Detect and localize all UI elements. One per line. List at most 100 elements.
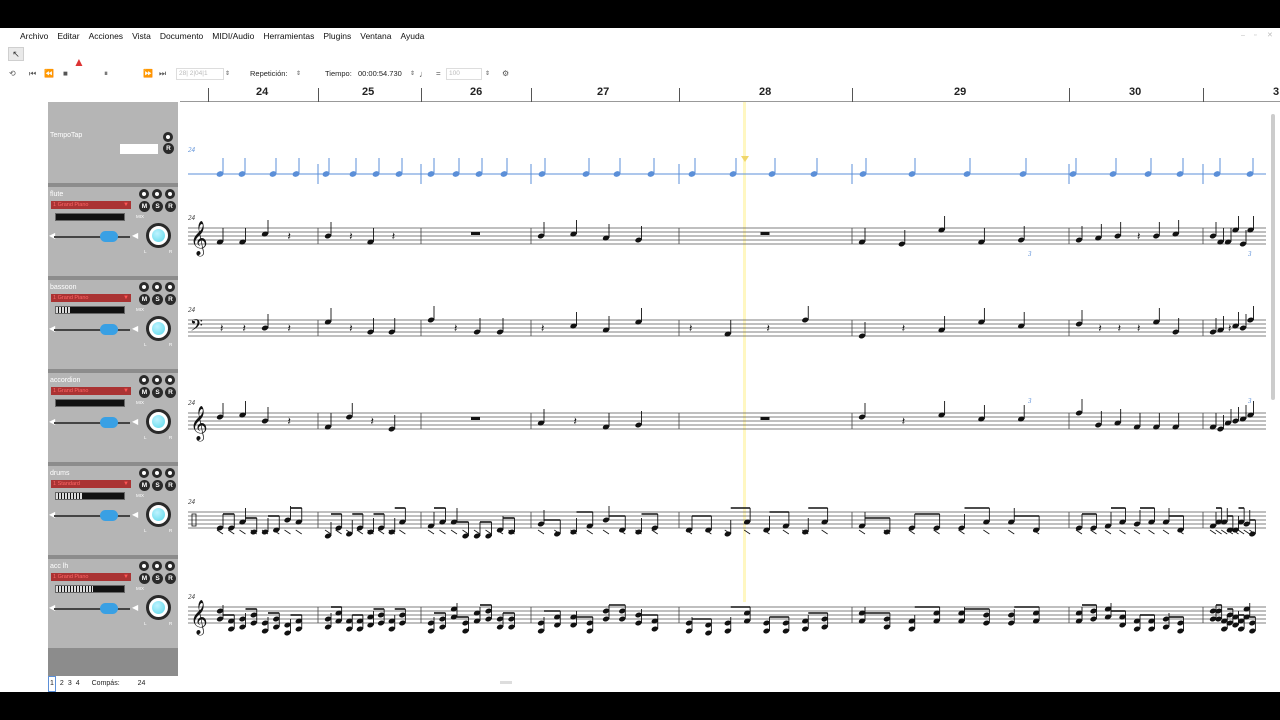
record-button[interactable]: R [165, 201, 176, 212]
repeat-spinner-icon[interactable]: ⇕ [296, 66, 301, 82]
instrument-select[interactable]: 1 Standard ▼ [51, 480, 131, 488]
position-field[interactable]: 28| 2|04|1 [176, 68, 224, 80]
instrument-select[interactable]: 1 Grand Piano ▼ [51, 294, 131, 302]
mute-button[interactable]: M [139, 294, 150, 305]
loop-icon[interactable]: ⟲ [9, 66, 16, 82]
record-button[interactable]: R [163, 143, 174, 154]
menu-item-2[interactable]: Acciones [89, 31, 124, 41]
volume-slider-knob[interactable] [99, 510, 118, 521]
instrument-select[interactable]: 1 Grand Piano ▼ [51, 387, 131, 395]
volume-slider-knob[interactable] [99, 417, 118, 428]
menu-item-6[interactable]: Herramientas [263, 31, 314, 41]
staff-drums[interactable]: 24 [188, 498, 1266, 539]
staff-accordion[interactable]: 24𝄞 𝄽 𝄽 𝄽 𝄽3 3 [188, 397, 1266, 442]
menu-item-8[interactable]: Ventana [360, 31, 391, 41]
track-header-acc-lh[interactable]: acc lh 1 Grand Piano ▼ M S R MIX ◀ ◀ L R [48, 559, 178, 651]
record-button[interactable]: R [165, 294, 176, 305]
track-name[interactable]: bassoon [50, 284, 76, 291]
solo-button[interactable]: S [152, 387, 163, 398]
pan-knob[interactable] [146, 502, 171, 527]
record-button[interactable]: R [165, 573, 176, 584]
solo-button[interactable]: S [152, 480, 163, 491]
pan-knob[interactable] [146, 316, 171, 341]
minimize-icon[interactable]: – [1241, 32, 1248, 39]
rewind-icon[interactable]: ⏪ [44, 66, 54, 82]
measure-number[interactable]: 25 [362, 86, 374, 98]
staff-acc-lh[interactable]: 24𝄞 [188, 593, 1266, 636]
pan-knob[interactable] [146, 409, 171, 434]
pan-knob[interactable] [146, 595, 171, 620]
close-icon[interactable]: ✕ [1267, 32, 1274, 39]
track-name[interactable]: drums [50, 470, 69, 477]
mute-button[interactable]: M [139, 201, 150, 212]
instrument-select[interactable]: 1 Grand Piano ▼ [51, 573, 131, 581]
mute-button[interactable]: M [139, 480, 150, 491]
record-button[interactable]: R [165, 480, 176, 491]
dot-button[interactable] [139, 375, 149, 385]
tempo-spinner-icon[interactable]: ⇕ [485, 66, 490, 82]
volume-slider[interactable] [54, 324, 130, 335]
dot-button[interactable] [139, 468, 149, 478]
pan-knob[interactable] [146, 223, 171, 248]
track-name[interactable]: acc lh [50, 563, 68, 570]
select-tool-button[interactable]: ↖ [8, 47, 24, 61]
tempotap-field[interactable] [120, 144, 158, 154]
dot-button[interactable] [152, 282, 162, 292]
tempotap-dot-button[interactable] [163, 132, 173, 142]
tempo-field[interactable]: 100 [446, 68, 482, 80]
position-spinner-icon[interactable]: ⇕ [225, 66, 230, 82]
score-canvas[interactable]: 24 24𝄞 𝄽 𝄽 𝄽 𝄽3 3 24𝄢 𝄽 𝄽 𝄽 𝄽 𝄽 𝄽 𝄽 𝄽 𝄽 𝄽 𝄽 𝄽 𝄽 24𝄞 𝄽 𝄽 𝄽 𝄽3 3 24 24… [180, 102, 1280, 676]
measure-number[interactable]: 28 [759, 86, 771, 98]
dot-button[interactable] [139, 561, 149, 571]
measure-number[interactable]: 24 [256, 86, 268, 98]
settings-gear-icon[interactable]: ⚙ [502, 66, 509, 82]
track-header-drums[interactable]: drums 1 Standard ▼ M S R MIX ◀ ◀ L R [48, 466, 178, 558]
page-tab-4[interactable]: 4 [76, 677, 80, 691]
track-header-tempotap[interactable]: TempoTap R [48, 102, 178, 186]
menu-item-0[interactable]: Archivo [20, 31, 48, 41]
volume-slider-knob[interactable] [99, 324, 118, 335]
volume-slider[interactable] [54, 603, 130, 614]
time-spinner-icon[interactable]: ⇕ [410, 66, 415, 82]
menu-item-1[interactable]: Editar [57, 31, 79, 41]
page-tab-1[interactable]: 1 [48, 676, 56, 692]
dot-button[interactable] [165, 282, 175, 292]
measure-number[interactable]: 3 [1273, 86, 1279, 98]
measure-number[interactable]: 29 [954, 86, 966, 98]
track-header-accordion[interactable]: accordion 1 Grand Piano ▼ M S R MIX ◀ ◀ L R [48, 373, 178, 465]
staff-flute[interactable]: 24𝄞 𝄽 𝄽 𝄽 𝄽3 3 [188, 214, 1266, 258]
dot-button[interactable] [139, 189, 149, 199]
dot-button[interactable] [165, 189, 175, 199]
page-tab-2[interactable]: 2 [60, 677, 64, 691]
dot-button[interactable] [165, 375, 175, 385]
stop-icon[interactable]: ■ [63, 66, 68, 82]
volume-slider[interactable] [54, 417, 130, 428]
dot-button[interactable] [152, 468, 162, 478]
volume-slider[interactable] [54, 231, 130, 242]
menu-item-3[interactable]: Vista [132, 31, 151, 41]
solo-button[interactable]: S [152, 573, 163, 584]
mute-button[interactable]: M [139, 387, 150, 398]
solo-button[interactable]: S [152, 294, 163, 305]
solo-button[interactable]: S [152, 201, 163, 212]
menu-item-9[interactable]: Ayuda [400, 31, 424, 41]
track-name[interactable]: flute [50, 191, 63, 198]
record-button[interactable]: R [165, 387, 176, 398]
volume-slider-knob[interactable] [99, 231, 118, 242]
volume-slider[interactable] [54, 510, 130, 521]
dot-button[interactable] [152, 375, 162, 385]
pause-icon[interactable]: ⏸ [104, 66, 108, 82]
restore-icon[interactable]: ▫ [1254, 32, 1261, 39]
staff-bassoon[interactable]: 24𝄢 𝄽 𝄽 𝄽 𝄽 𝄽 𝄽 𝄽 𝄽 𝄽 𝄽 𝄽 𝄽 𝄽 [188, 306, 1266, 339]
fast-forward-icon[interactable]: ⏩ [143, 66, 153, 82]
forward-end-icon[interactable]: ⏭ [159, 66, 166, 82]
dot-button[interactable] [152, 561, 162, 571]
tempotap-staff[interactable]: 24 [188, 146, 1266, 184]
measure-number[interactable]: 27 [597, 86, 609, 98]
dot-button[interactable] [165, 468, 175, 478]
vertical-scrollbar[interactable] [1271, 114, 1275, 400]
page-tab-3[interactable]: 3 [68, 677, 72, 691]
dot-button[interactable] [139, 282, 149, 292]
track-header-flute[interactable]: flute 1 Grand Piano ▼ M S R MIX ◀ ◀ L R [48, 187, 178, 279]
mute-button[interactable]: M [139, 573, 150, 584]
